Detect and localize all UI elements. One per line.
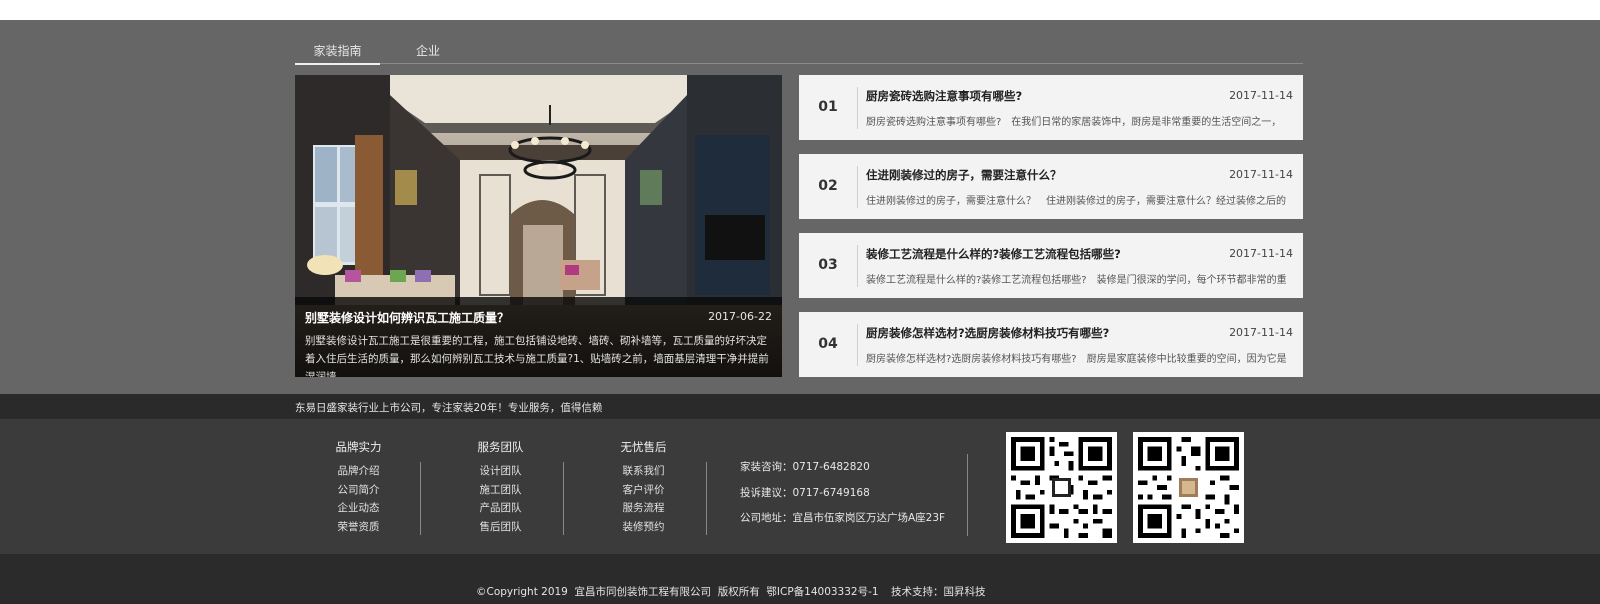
news-section: 家装指南 企业 别墅装修设计如何辨识瓦工施工质量？ 2017-06-22 别墅装… — [0, 20, 1600, 394]
news-item-summary: 装修工艺流程是什么样的?装修工艺流程包括哪些? 装修是门很深的学问，每个环节都非… — [866, 275, 1287, 286]
news-item-divider — [857, 166, 858, 208]
footer-column-brand: 品牌实力 品牌介绍 公司简介 企业动态 荣誉资质 — [301, 440, 416, 536]
footer-link[interactable]: 售后团队 — [443, 518, 558, 537]
news-item-title[interactable]: 厨房瓷砖选购注意事项有哪些? — [866, 88, 1022, 104]
footer-main: 品牌实力 品牌介绍 公司简介 企业动态 荣誉资质 服务团队 设计团队 施工团队 … — [0, 419, 1600, 554]
footer-column-title: 无忧售后 — [620, 440, 667, 454]
news-item[interactable]: 01 厨房瓷砖选购注意事项有哪些? 2017-11-14 厨房瓷砖选购注意事项有… — [799, 75, 1303, 140]
featured-article[interactable]: 别墅装修设计如何辨识瓦工施工质量？ 2017-06-22 别墅装修设计瓦工施工是… — [295, 75, 782, 377]
footer-link[interactable]: 公司简介 — [301, 481, 416, 500]
news-item-title[interactable]: 住进刚装修过的房子，需要注意什么？ — [866, 167, 1062, 183]
footer-link[interactable]: 装修预约 — [586, 518, 701, 537]
footer-divider — [420, 462, 421, 535]
slogan-bar: 东易日盛家装行业上市公司，专注家装20年！专业服务，值得信赖 — [0, 394, 1600, 419]
news-item-summary: 住进刚装修过的房子，需要注意什么？ 住进刚装修过的房子，需要注意什么？经过装修之… — [866, 196, 1286, 207]
news-item-date: 2017-11-14 — [1229, 247, 1293, 260]
footer-link[interactable]: 荣誉资质 — [301, 518, 416, 537]
footer-link[interactable]: 施工团队 — [443, 481, 558, 500]
qr-code-icon — [1006, 432, 1117, 543]
contact-address: 公司地址：宜昌市伍家岗区万达广场A座23F — [740, 512, 946, 524]
news-tabs: 家装指南 企业 — [295, 42, 1303, 65]
news-item-divider — [857, 245, 858, 287]
news-item-number: 01 — [818, 99, 838, 115]
news-item-date: 2017-11-14 — [1229, 89, 1293, 102]
footer-divider — [967, 454, 968, 536]
footer-column-aftersales: 无忧售后 联系我们 客户评价 服务流程 装修预约 — [586, 440, 701, 536]
featured-article-date: 2017-06-22 — [708, 310, 772, 323]
contact-complaint: 投诉建议：0717-6749168 — [740, 486, 870, 499]
footer-divider — [563, 462, 564, 535]
featured-article-title[interactable]: 别墅装修设计如何辨识瓦工施工质量？ — [305, 309, 509, 326]
top-whitespace — [0, 0, 1600, 20]
tab-enterprise[interactable]: 企业 — [410, 42, 446, 64]
news-item-title[interactable]: 厨房装修怎样选材?选厨房装修材料技巧有哪些? — [866, 325, 1109, 341]
news-item-date: 2017-11-14 — [1229, 326, 1293, 339]
news-item[interactable]: 02 住进刚装修过的房子，需要注意什么？ 2017-11-14 住进刚装修过的房… — [799, 154, 1303, 219]
tab-home-guide[interactable]: 家装指南 — [295, 42, 380, 65]
footer-link[interactable]: 品牌介绍 — [301, 462, 416, 481]
footer-link[interactable]: 企业动态 — [301, 499, 416, 518]
news-item-summary: 厨房装修怎样选材?选厨房装修材料技巧有哪些? 厨房是家庭装修中比较重要的空间，因… — [866, 354, 1287, 365]
footer-link[interactable]: 客户评价 — [586, 481, 701, 500]
footer-bottom: ©Copyright 2019 宜昌市同创装饰工程有限公司 版权所有 鄂ICP备… — [0, 554, 1600, 604]
footer-column-title: 品牌实力 — [335, 440, 382, 454]
footer-column-team: 服务团队 设计团队 施工团队 产品团队 售后团队 — [443, 440, 558, 536]
footer-contact: 家装咨询：0717-6482820 投诉建议：0717-6749168 公司地址… — [740, 459, 945, 536]
news-item-date: 2017-11-14 — [1229, 168, 1293, 181]
tech-support-link[interactable]: 技术支持：国昇科技 — [891, 584, 986, 599]
footer-link[interactable]: 设计团队 — [443, 462, 558, 481]
news-item-divider — [857, 324, 858, 366]
footer-divider — [706, 462, 707, 535]
slogan-text: 东易日盛家装行业上市公司，专注家装20年！专业服务，值得信赖 — [295, 402, 603, 414]
qr-code-icon — [1133, 432, 1244, 543]
news-item-number: 04 — [818, 336, 838, 352]
footer-link[interactable]: 产品团队 — [443, 499, 558, 518]
news-item[interactable]: 03 装修工艺流程是什么样的?装修工艺流程包括哪些? 2017-11-14 装修… — [799, 233, 1303, 298]
contact-hotline: 家装咨询：0717-6482820 — [740, 461, 870, 473]
news-item-title[interactable]: 装修工艺流程是什么样的?装修工艺流程包括哪些? — [866, 246, 1121, 262]
news-item-divider — [857, 87, 858, 129]
news-item-number: 03 — [818, 257, 838, 273]
footer-column-title: 服务团队 — [477, 440, 524, 454]
copyright-text: ©Copyright 2019 宜昌市同创装饰工程有限公司 版权所有 鄂ICP备… — [476, 586, 879, 598]
featured-article-caption: 别墅装修设计如何辨识瓦工施工质量？ 2017-06-22 别墅装修设计瓦工施工是… — [295, 297, 782, 377]
footer-link[interactable]: 服务流程 — [586, 499, 701, 518]
news-item-number: 02 — [818, 178, 838, 194]
news-item-summary: 厨房瓷砖选购注意事项有哪些? 在我们日常的家居装饰中，厨房是非常重要的生活空间之… — [866, 117, 1282, 128]
featured-article-summary: 别墅装修设计瓦工施工是很重要的工程，施工包括铺设地砖、墙砖、砌补墙等，瓦工质量的… — [305, 335, 769, 377]
news-item[interactable]: 04 厨房装修怎样选材?选厨房装修材料技巧有哪些? 2017-11-14 厨房装… — [799, 312, 1303, 377]
footer-link[interactable]: 联系我们 — [586, 462, 701, 481]
